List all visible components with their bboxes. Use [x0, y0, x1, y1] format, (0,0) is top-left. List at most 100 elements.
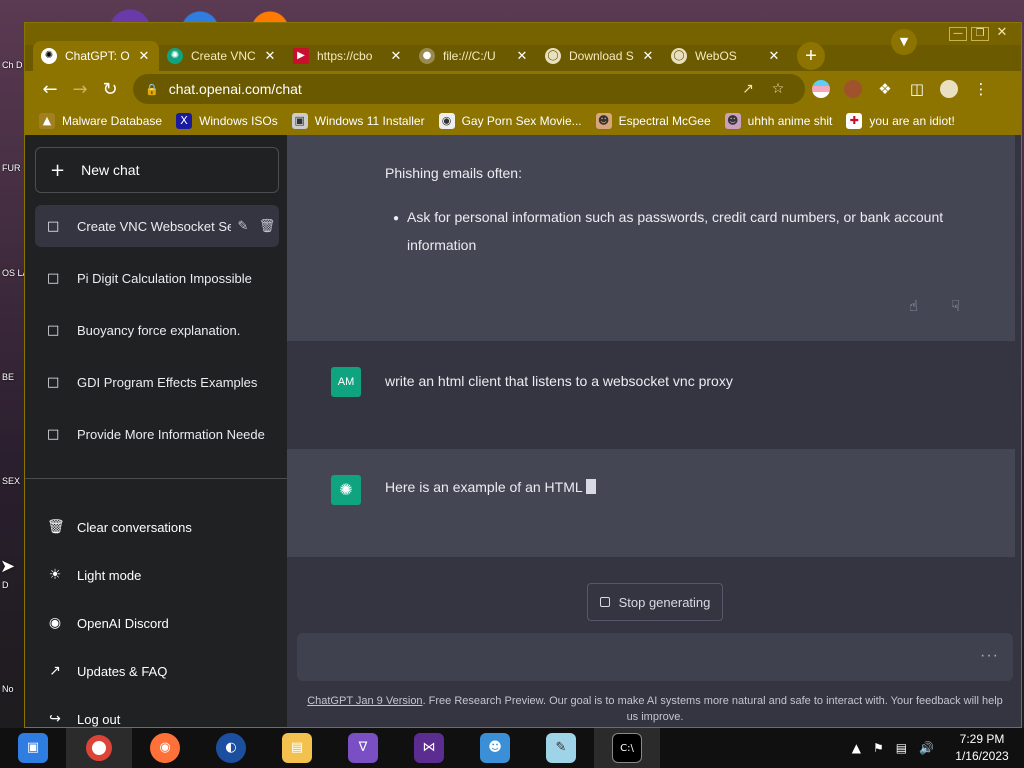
tab-close-icon[interactable]: ✕: [515, 49, 529, 64]
desktop-icon-label[interactable]: SEX: [2, 476, 24, 486]
footer-disclaimer: ChatGPT Jan 9 Version. Free Research Pre…: [303, 693, 1007, 725]
new-chat-button[interactable]: + New chat: [35, 147, 279, 193]
typing-cursor: [585, 479, 596, 494]
version-link[interactable]: ChatGPT Jan 9 Version: [307, 695, 422, 707]
chat-bubble-icon: □: [47, 270, 60, 286]
tab-close-icon[interactable]: ✕: [137, 49, 151, 64]
extension-flag-icon[interactable]: [805, 80, 837, 99]
address-url[interactable]: chat.openai.com/chat: [169, 81, 733, 97]
clear-conversations-button[interactable]: 🗑 Clear conversations: [35, 507, 279, 547]
chat-bubble-icon: □: [47, 322, 60, 338]
sun-icon: ☀: [48, 567, 62, 583]
conversation-item[interactable]: □ Provide More Information Neede: [35, 413, 279, 455]
light-mode-button[interactable]: ☀ Light mode: [35, 555, 279, 595]
volume-icon[interactable]: 🔊: [919, 741, 934, 755]
tab-chatgpt[interactable]: ✺ ChatGPT: O ✕: [33, 41, 159, 71]
chat-thread: Phishing emails often: ● Ask for persona…: [287, 135, 1021, 727]
bookmark-item[interactable]: ☻ Espectral McGee: [595, 113, 711, 129]
clock[interactable]: 7:29 PM 1/16/2023: [946, 731, 1018, 765]
thumbs-up-icon[interactable]: ☝: [909, 297, 918, 315]
bookmark-item[interactable]: ▲ Malware Database: [39, 113, 162, 129]
extension-avatar-icon[interactable]: [837, 80, 869, 99]
tab-download[interactable]: ◯ Download S ✕: [537, 41, 663, 71]
tab-create-vnc[interactable]: ✺ Create VNC ✕: [159, 41, 285, 71]
sidebar-action-label: Updates & FAQ: [77, 663, 168, 679]
photos-icon: ▣: [18, 733, 48, 763]
discord-icon: ◉: [48, 615, 62, 631]
tab-close-icon[interactable]: ✕: [263, 49, 277, 64]
file-explorer-taskbar-icon[interactable]: ▤: [264, 728, 330, 768]
desktop-icon-label[interactable]: D: [2, 580, 24, 590]
desktop-icon-label[interactable]: OS LA: [2, 268, 24, 278]
tab-title: WebOS: [695, 49, 737, 63]
clock-time: 7:29 PM: [959, 732, 1005, 746]
desktop-icon-label[interactable]: FUR: [2, 163, 24, 173]
new-chat-label: New chat: [81, 162, 140, 178]
back-arrow-icon[interactable]: ←: [35, 79, 65, 100]
reload-icon[interactable]: ↻: [95, 79, 125, 100]
bookmark-item[interactable]: X Windows ISOs: [176, 113, 278, 129]
flag-icon[interactable]: ⚑: [873, 741, 884, 755]
tab-close-icon[interactable]: ✕: [641, 49, 655, 64]
openai-logo-icon: ✺: [331, 475, 361, 505]
network-icon[interactable]: ▤: [896, 741, 907, 755]
visual-studio-taskbar-icon[interactable]: ⋈: [396, 728, 462, 768]
start-app-icon[interactable]: ▣: [0, 728, 66, 768]
desktop-icon-label[interactable]: BE: [2, 372, 24, 382]
stop-generating-button[interactable]: Stop generating: [587, 583, 723, 621]
forward-arrow-icon[interactable]: →: [65, 79, 95, 100]
share-icon[interactable]: ↗: [733, 81, 763, 97]
tab-cbo[interactable]: ▶ https://cbo ✕: [285, 41, 411, 71]
conversation-title: Buoyancy force explanation.: [77, 322, 241, 338]
firefox-taskbar-icon[interactable]: ◉: [132, 728, 198, 768]
message-input[interactable]: ···: [297, 633, 1013, 681]
sidebar-action-label: Light mode: [77, 567, 142, 583]
vs-installer-taskbar-icon[interactable]: ∇: [330, 728, 396, 768]
updates-faq-link[interactable]: ↗ Updates & FAQ: [35, 651, 279, 691]
bookmark-item[interactable]: ▣ Windows 11 Installer: [291, 113, 425, 129]
browser-menu-icon[interactable]: ⋮: [965, 80, 997, 98]
site-favicon-icon: ▶: [293, 48, 309, 64]
message-text: Ask for personal information such as pas…: [407, 209, 944, 225]
side-panel-icon[interactable]: ◫: [901, 80, 933, 98]
vpn-taskbar-icon[interactable]: ◐: [198, 728, 264, 768]
conversation-title: GDI Program Effects Examples: [77, 374, 258, 390]
thumbs-down-icon[interactable]: ☟: [951, 297, 960, 315]
tab-file[interactable]: ● file:///C:/U ✕: [411, 41, 537, 71]
lock-icon[interactable]: 🔒: [145, 83, 159, 96]
tab-title: Create VNC: [191, 49, 256, 63]
bookmark-item[interactable]: ✚ you are an idiot!: [846, 113, 955, 129]
profile-avatar-icon[interactable]: [933, 80, 965, 99]
chrome-taskbar-icon[interactable]: [66, 728, 132, 768]
network-app-taskbar-icon[interactable]: ☻: [462, 728, 528, 768]
tab-close-icon[interactable]: ✕: [767, 49, 781, 64]
anime-avatar-icon: ☻: [724, 113, 741, 129]
cmd-taskbar-icon[interactable]: C:\: [594, 728, 660, 768]
delete-trash-icon[interactable]: 🗑: [255, 219, 279, 234]
new-tab-plus-icon[interactable]: +: [797, 42, 825, 70]
tray-chevron-icon[interactable]: ▲: [852, 741, 861, 755]
bookmark-item[interactable]: ☻ uhhh anime shit: [724, 113, 832, 129]
pawprint-icon: ◉: [438, 113, 455, 129]
openai-discord-link[interactable]: ◉ OpenAI Discord: [35, 603, 279, 643]
tab-webos[interactable]: ◯ WebOS ✕: [663, 41, 789, 71]
openai-favicon-icon: ✺: [167, 48, 183, 64]
desktop-icon-label[interactable]: No: [2, 684, 24, 694]
address-bar[interactable]: 🔒 chat.openai.com/chat ↗ ☆: [133, 74, 805, 104]
bookmark-star-icon[interactable]: ☆: [763, 81, 793, 97]
bookmark-item[interactable]: ◉ Gay Porn Sex Movie...: [438, 113, 582, 129]
notepad-taskbar-icon[interactable]: ✎: [528, 728, 594, 768]
tab-search-chevron-icon[interactable]: ▼: [891, 29, 917, 55]
conversation-item-active[interactable]: □ Create VNC Websocket Se ✎ 🗑: [35, 205, 279, 247]
browser-window: — ❐ ✕ ✺ ChatGPT: O ✕ ✺ Create VNC ✕ ▶ ht…: [24, 22, 1022, 728]
chat-bubble-icon: □: [47, 218, 60, 234]
firefox-icon: ◉: [150, 733, 180, 763]
conversation-item[interactable]: □ GDI Program Effects Examples: [35, 361, 279, 403]
desktop-icon-label[interactable]: Ch D: [2, 60, 24, 70]
tab-close-icon[interactable]: ✕: [389, 49, 403, 64]
extensions-puzzle-icon[interactable]: ❖: [869, 80, 901, 98]
edit-pencil-icon[interactable]: ✎: [231, 219, 255, 234]
conversation-item[interactable]: □ Pi Digit Calculation Impossible: [35, 257, 279, 299]
terminal-icon: C:\: [612, 733, 642, 763]
conversation-item[interactable]: □ Buoyancy force explanation.: [35, 309, 279, 351]
